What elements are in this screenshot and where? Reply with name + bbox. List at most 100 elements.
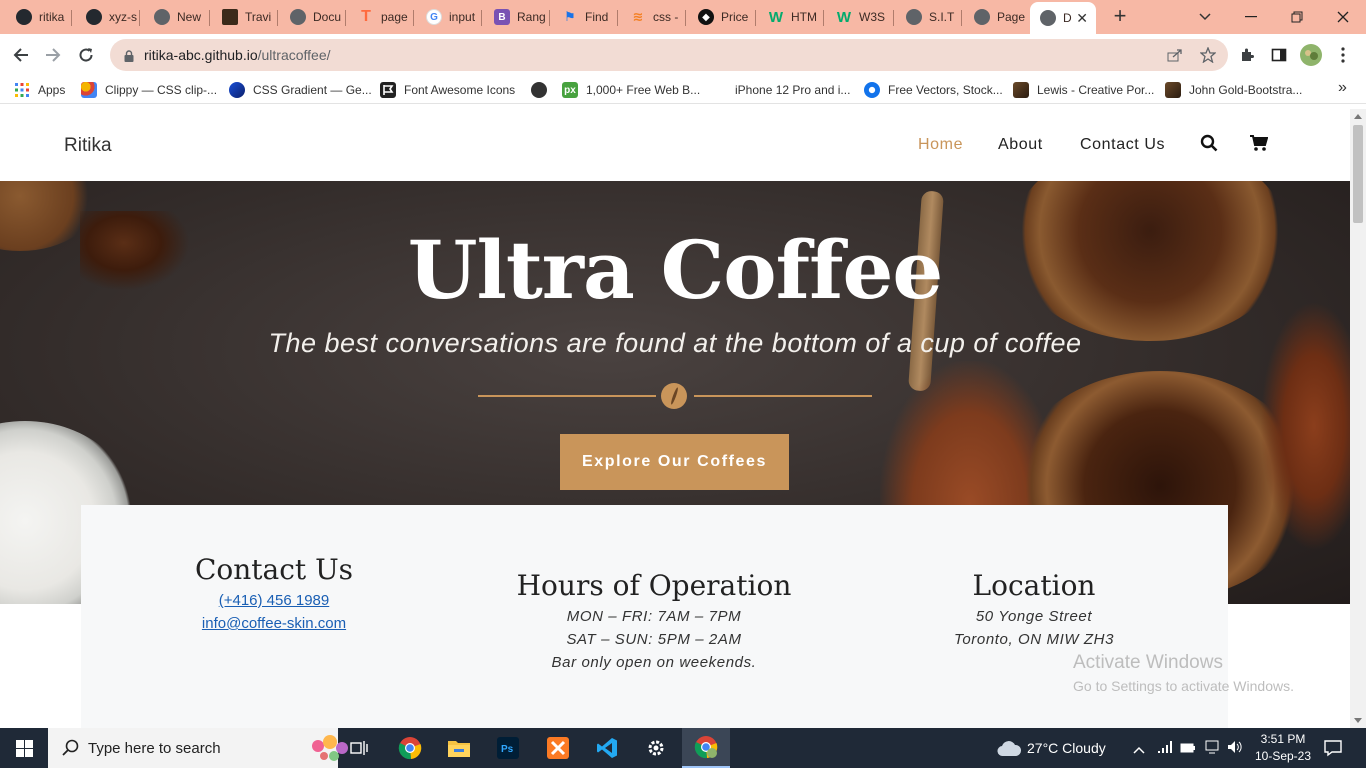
more-bookmarks-button[interactable]: » (1338, 79, 1347, 97)
bookmark-font-awesome[interactable]: Font Awesome Icons (380, 81, 515, 99)
hours-title: Hours of Operation (516, 569, 792, 602)
minimize-icon[interactable] (1228, 0, 1274, 34)
freepik-icon (864, 82, 880, 98)
font-awesome-icon (380, 82, 396, 98)
browser-tab[interactable]: B Rang (484, 3, 550, 31)
photoshop-icon[interactable]: Ps (484, 728, 532, 768)
bookmark-css-gradient[interactable]: CSS Gradient — Ge... (229, 81, 372, 99)
tab-search-icon[interactable] (1182, 0, 1228, 34)
bookmark-lewis[interactable]: Lewis - Creative Por... (1013, 81, 1154, 99)
bookmark-globe[interactable] (531, 81, 555, 99)
bookmark-apps[interactable]: Apps (14, 81, 65, 99)
email-link[interactable]: info@coffee-skin.com (174, 615, 374, 632)
reload-icon[interactable] (73, 42, 99, 68)
task-view-icon[interactable] (336, 728, 384, 768)
forward-icon[interactable] (40, 42, 66, 68)
location-column: Location 50 Yonge Street Toronto, ON MIW… (934, 569, 1134, 648)
volume-icon[interactable] (1227, 740, 1243, 759)
restore-icon[interactable] (1274, 0, 1320, 34)
browser-tab[interactable]: T page (348, 3, 414, 31)
settings-icon[interactable] (632, 728, 680, 768)
browser-tab-active[interactable]: D ✕ (1030, 2, 1096, 34)
notifications-icon[interactable] (1324, 739, 1342, 762)
globe-icon (531, 82, 547, 98)
xampp-icon[interactable] (534, 728, 582, 768)
bookmark-john-gold[interactable]: John Gold-Bootstra... (1165, 81, 1302, 99)
scrollbar-thumb[interactable] (1353, 125, 1363, 223)
address-bar[interactable]: ritika-abc.github.io/ultracoffee/ (110, 39, 1228, 71)
github-icon (86, 9, 102, 25)
chevron-up-icon[interactable] (1133, 741, 1145, 759)
bookmark-label: Apps (38, 83, 66, 97)
scroll-down-icon[interactable] (1354, 718, 1362, 723)
browser-tab[interactable]: S.I.T (896, 3, 962, 31)
browser-tab[interactable]: ≋ css - (620, 3, 686, 31)
info-card: Contact Us (+416) 456 1989 info@coffee-s… (81, 505, 1228, 728)
bootstrap-icon: B (494, 9, 510, 25)
watermark-subtitle: Go to Settings to activate Windows. (1073, 678, 1294, 694)
share-icon[interactable] (1160, 39, 1190, 71)
new-tab-button[interactable]: + (1108, 4, 1132, 28)
page-scrollbar[interactable] (1350, 109, 1366, 728)
device-icon[interactable] (1204, 740, 1220, 759)
nav-home[interactable]: Home (918, 136, 963, 154)
cart-icon[interactable] (1250, 134, 1270, 154)
tab-label: xyz-s (109, 10, 137, 24)
back-icon[interactable] (8, 42, 34, 68)
browser-tab[interactable]: Docu (280, 3, 346, 31)
google-icon: G (426, 9, 442, 25)
explore-coffees-button[interactable]: Explore Our Coffees (560, 434, 789, 490)
network-icon[interactable] (1157, 740, 1173, 759)
bookmark-iphone[interactable]: iPhone 12 Pro and i... (711, 81, 850, 99)
site-brand[interactable]: Ritika (64, 135, 112, 157)
browser-tab[interactable]: ◆ Price (688, 3, 756, 31)
close-tab-icon[interactable]: ✕ (1076, 10, 1088, 27)
browser-tab[interactable]: New (144, 3, 210, 31)
bookmark-label: Free Vectors, Stock... (888, 83, 1003, 97)
windows-start-icon[interactable] (0, 728, 48, 768)
battery-icon[interactable] (1180, 741, 1196, 759)
url-text: ritika-abc.github.io/ultracoffee/ (144, 47, 331, 63)
lock-icon[interactable] (124, 49, 134, 62)
phone-link[interactable]: (+416) 456 1989 (174, 592, 374, 609)
nav-contact-us[interactable]: Contact Us (1080, 136, 1165, 154)
file-explorer-icon[interactable] (435, 728, 483, 768)
w3-icon: W (836, 8, 852, 26)
search-placeholder: Type here to search (88, 739, 221, 757)
hero-subtitle: The best conversations are found at the … (268, 328, 1082, 358)
location-title: Location (972, 569, 1096, 602)
browser-tab[interactable]: ritika (6, 3, 72, 31)
nav-about[interactable]: About (998, 136, 1043, 154)
chrome-icon (154, 9, 170, 25)
browser-tab[interactable]: Page (964, 3, 1028, 31)
browser-tab[interactable]: ⚑ Find (552, 3, 618, 31)
browser-tab[interactable]: W HTM (758, 3, 824, 31)
browser-tab[interactable]: W W3S (826, 3, 894, 31)
weather-text[interactable]: 27°C Cloudy (1027, 740, 1106, 756)
system-clock[interactable]: 3:51 PM 10-Sep-23 (1250, 731, 1316, 765)
browser-tab[interactable]: xyz-s (76, 3, 140, 31)
browser-tab[interactable]: Travi (212, 3, 278, 31)
hours-line: MON – FRI: 7AM – 7PM (566, 608, 742, 625)
browser-tab[interactable]: G input (416, 3, 482, 31)
chrome-profile-icon[interactable] (682, 728, 730, 768)
bookmark-pixabay[interactable]: px 1,000+ Free Web B... (562, 81, 700, 99)
bookmark-star-icon[interactable] (1193, 39, 1223, 71)
side-panel-icon[interactable] (1266, 42, 1292, 68)
cloudy-weather-icon[interactable] (996, 739, 1022, 762)
scroll-up-icon[interactable] (1354, 114, 1362, 119)
vscode-icon[interactable] (583, 728, 631, 768)
chrome-menu-icon[interactable] (1330, 42, 1356, 68)
search-icon[interactable] (1200, 134, 1220, 154)
stackoverflow-icon: ≋ (632, 9, 644, 24)
bookmark-freepik[interactable]: Free Vectors, Stock... (864, 81, 1003, 99)
extensions-icon[interactable] (1234, 42, 1260, 68)
bookmark-clippy[interactable]: Clippy — CSS clip-... (81, 81, 217, 99)
chrome-icon[interactable] (386, 728, 434, 768)
tab-label: New (177, 10, 202, 24)
profile-avatar-icon[interactable] (1298, 42, 1324, 68)
clippy-icon (81, 82, 97, 98)
close-window-icon[interactable] (1320, 0, 1366, 34)
taskbar-search-box[interactable]: Type here to search (48, 728, 348, 768)
tab-label: Page (997, 10, 1026, 24)
